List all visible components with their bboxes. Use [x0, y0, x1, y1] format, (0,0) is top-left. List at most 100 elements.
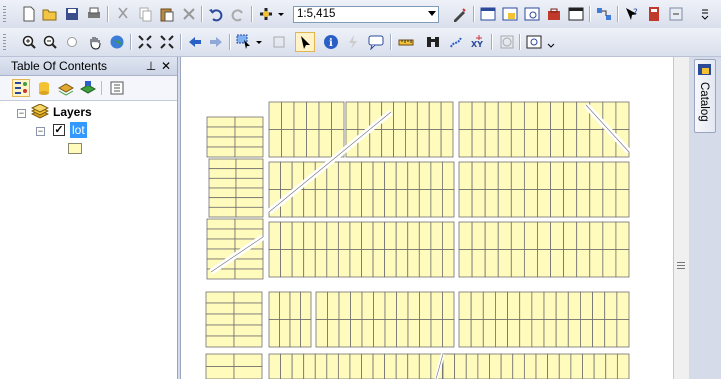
- parcel-polygon[interactable]: [510, 161, 525, 190]
- parcel-polygon[interactable]: [589, 129, 604, 158]
- parcel-polygon[interactable]: [349, 189, 362, 218]
- parcel-polygon[interactable]: [430, 221, 443, 250]
- parcel-polygon[interactable]: [535, 353, 549, 379]
- data-frame-label[interactable]: Layers: [53, 105, 92, 119]
- parcel-polygon[interactable]: [550, 221, 565, 250]
- parcel-polygon[interactable]: [510, 129, 525, 158]
- parcel-polygon[interactable]: [510, 221, 525, 250]
- parcel-polygon[interactable]: [208, 206, 237, 218]
- whats-this-help-icon[interactable]: ?: [623, 5, 641, 23]
- parcel-polygon[interactable]: [407, 189, 420, 218]
- parcel-polygon[interactable]: [234, 116, 264, 128]
- parcel-polygon[interactable]: [326, 353, 339, 379]
- parcel-polygon[interactable]: [495, 319, 508, 348]
- parcel-polygon[interactable]: [537, 249, 551, 278]
- parcel-polygon[interactable]: [510, 189, 525, 218]
- parcel-polygon[interactable]: [361, 319, 374, 348]
- parcel-polygon[interactable]: [471, 161, 486, 190]
- parcel-polygon[interactable]: [384, 189, 397, 218]
- parcel-polygon[interactable]: [393, 101, 406, 130]
- parcel-polygon[interactable]: [440, 101, 454, 130]
- parcel-polygon[interactable]: [327, 319, 340, 348]
- parcel-polygon[interactable]: [395, 353, 409, 379]
- toolbar-grip[interactable]: [3, 34, 6, 50]
- parcel-polygon[interactable]: [234, 268, 264, 280]
- parcel-polygon[interactable]: [206, 116, 236, 128]
- parcel-polygon[interactable]: [208, 197, 237, 208]
- parcel-polygon[interactable]: [315, 319, 328, 348]
- parcel-polygon[interactable]: [384, 249, 397, 278]
- catalog-window-icon[interactable]: [501, 5, 519, 23]
- parcel-polygon[interactable]: [407, 161, 420, 190]
- parcel-polygon[interactable]: [349, 221, 362, 250]
- parcel-polygon[interactable]: [589, 221, 604, 250]
- parcel-polygon[interactable]: [268, 291, 280, 320]
- parcel-polygon[interactable]: [337, 189, 351, 218]
- parcel-polygon[interactable]: [580, 319, 593, 348]
- parcel-polygon[interactable]: [234, 136, 264, 148]
- parcel-polygon[interactable]: [430, 319, 443, 348]
- parcel-polygon[interactable]: [507, 319, 521, 348]
- parcel-polygon[interactable]: [519, 319, 533, 348]
- parcel-polygon[interactable]: [555, 291, 569, 320]
- html-popup-icon[interactable]: [367, 33, 385, 51]
- parcel-polygon[interactable]: [523, 189, 538, 218]
- parcel-polygon[interactable]: [507, 291, 521, 320]
- parcel-polygon[interactable]: [395, 249, 409, 278]
- parcel-polygon[interactable]: [303, 221, 316, 250]
- parcel-polygon[interactable]: [419, 291, 432, 320]
- parcel-polygon[interactable]: [280, 221, 293, 250]
- zoom-out-icon[interactable]: [41, 33, 59, 51]
- parcel-polygon[interactable]: [373, 291, 386, 320]
- parcel-polygon[interactable]: [576, 249, 591, 278]
- parcel-polygon[interactable]: [616, 291, 630, 320]
- parcel-polygon[interactable]: [293, 101, 307, 130]
- parcel-polygon[interactable]: [458, 291, 472, 320]
- parcel-polygon[interactable]: [205, 366, 235, 379]
- parcel-polygon[interactable]: [428, 129, 442, 158]
- fixed-zoom-in-icon[interactable]: [136, 33, 154, 51]
- parcel-polygon[interactable]: [268, 319, 280, 348]
- parcel-polygon[interactable]: [592, 291, 606, 320]
- parcel-polygon[interactable]: [477, 353, 490, 379]
- list-by-selection-icon[interactable]: [79, 79, 97, 97]
- parcel-polygon[interactable]: [315, 291, 328, 320]
- parcel-polygon[interactable]: [419, 319, 432, 348]
- parcel-polygon[interactable]: [531, 291, 545, 320]
- parcel-polygon[interactable]: [442, 249, 455, 278]
- add-data-icon[interactable]: [257, 5, 275, 23]
- parcel-polygon[interactable]: [580, 291, 593, 320]
- parcel-polygon[interactable]: [318, 129, 332, 158]
- parcel-polygon[interactable]: [373, 319, 386, 348]
- parcel-polygon[interactable]: [405, 101, 418, 130]
- parcel-polygon[interactable]: [458, 221, 473, 250]
- full-extent-globe-icon[interactable]: [108, 33, 126, 51]
- parcel-polygon[interactable]: [484, 101, 499, 130]
- map-vertical-scrollbar[interactable]: [673, 57, 689, 379]
- toolbar-grip[interactable]: [3, 6, 6, 22]
- parcel-polygon[interactable]: [471, 101, 486, 130]
- parcel-polygon[interactable]: [395, 221, 409, 250]
- parcel-polygon[interactable]: [234, 218, 264, 230]
- parcel-polygon[interactable]: [206, 218, 236, 230]
- layer-visibility-checkbox[interactable]: ✓: [53, 124, 65, 136]
- parcel-polygon[interactable]: [543, 319, 557, 348]
- arctoolbox-icon[interactable]: [545, 5, 563, 23]
- parcel-polygon[interactable]: [442, 353, 456, 379]
- search-window-icon[interactable]: [523, 5, 541, 23]
- parcel-polygon[interactable]: [523, 353, 537, 379]
- parcel-polygon[interactable]: [537, 161, 551, 190]
- parcel-polygon[interactable]: [523, 221, 538, 250]
- go-to-xy-icon[interactable]: XY: [469, 33, 487, 51]
- parcel-polygon[interactable]: [418, 189, 432, 218]
- parcel-polygon[interactable]: [555, 319, 569, 348]
- parcel-polygon[interactable]: [234, 146, 264, 158]
- parcel-polygon[interactable]: [206, 126, 236, 138]
- parcel-polygon[interactable]: [482, 291, 496, 320]
- parcel-polygon[interactable]: [393, 129, 406, 158]
- parcel-polygon[interactable]: [314, 189, 328, 218]
- parcel-polygon[interactable]: [206, 238, 236, 250]
- parcel-polygon[interactable]: [576, 189, 591, 218]
- parcel-polygon[interactable]: [497, 189, 512, 218]
- parcel-polygon[interactable]: [570, 353, 583, 379]
